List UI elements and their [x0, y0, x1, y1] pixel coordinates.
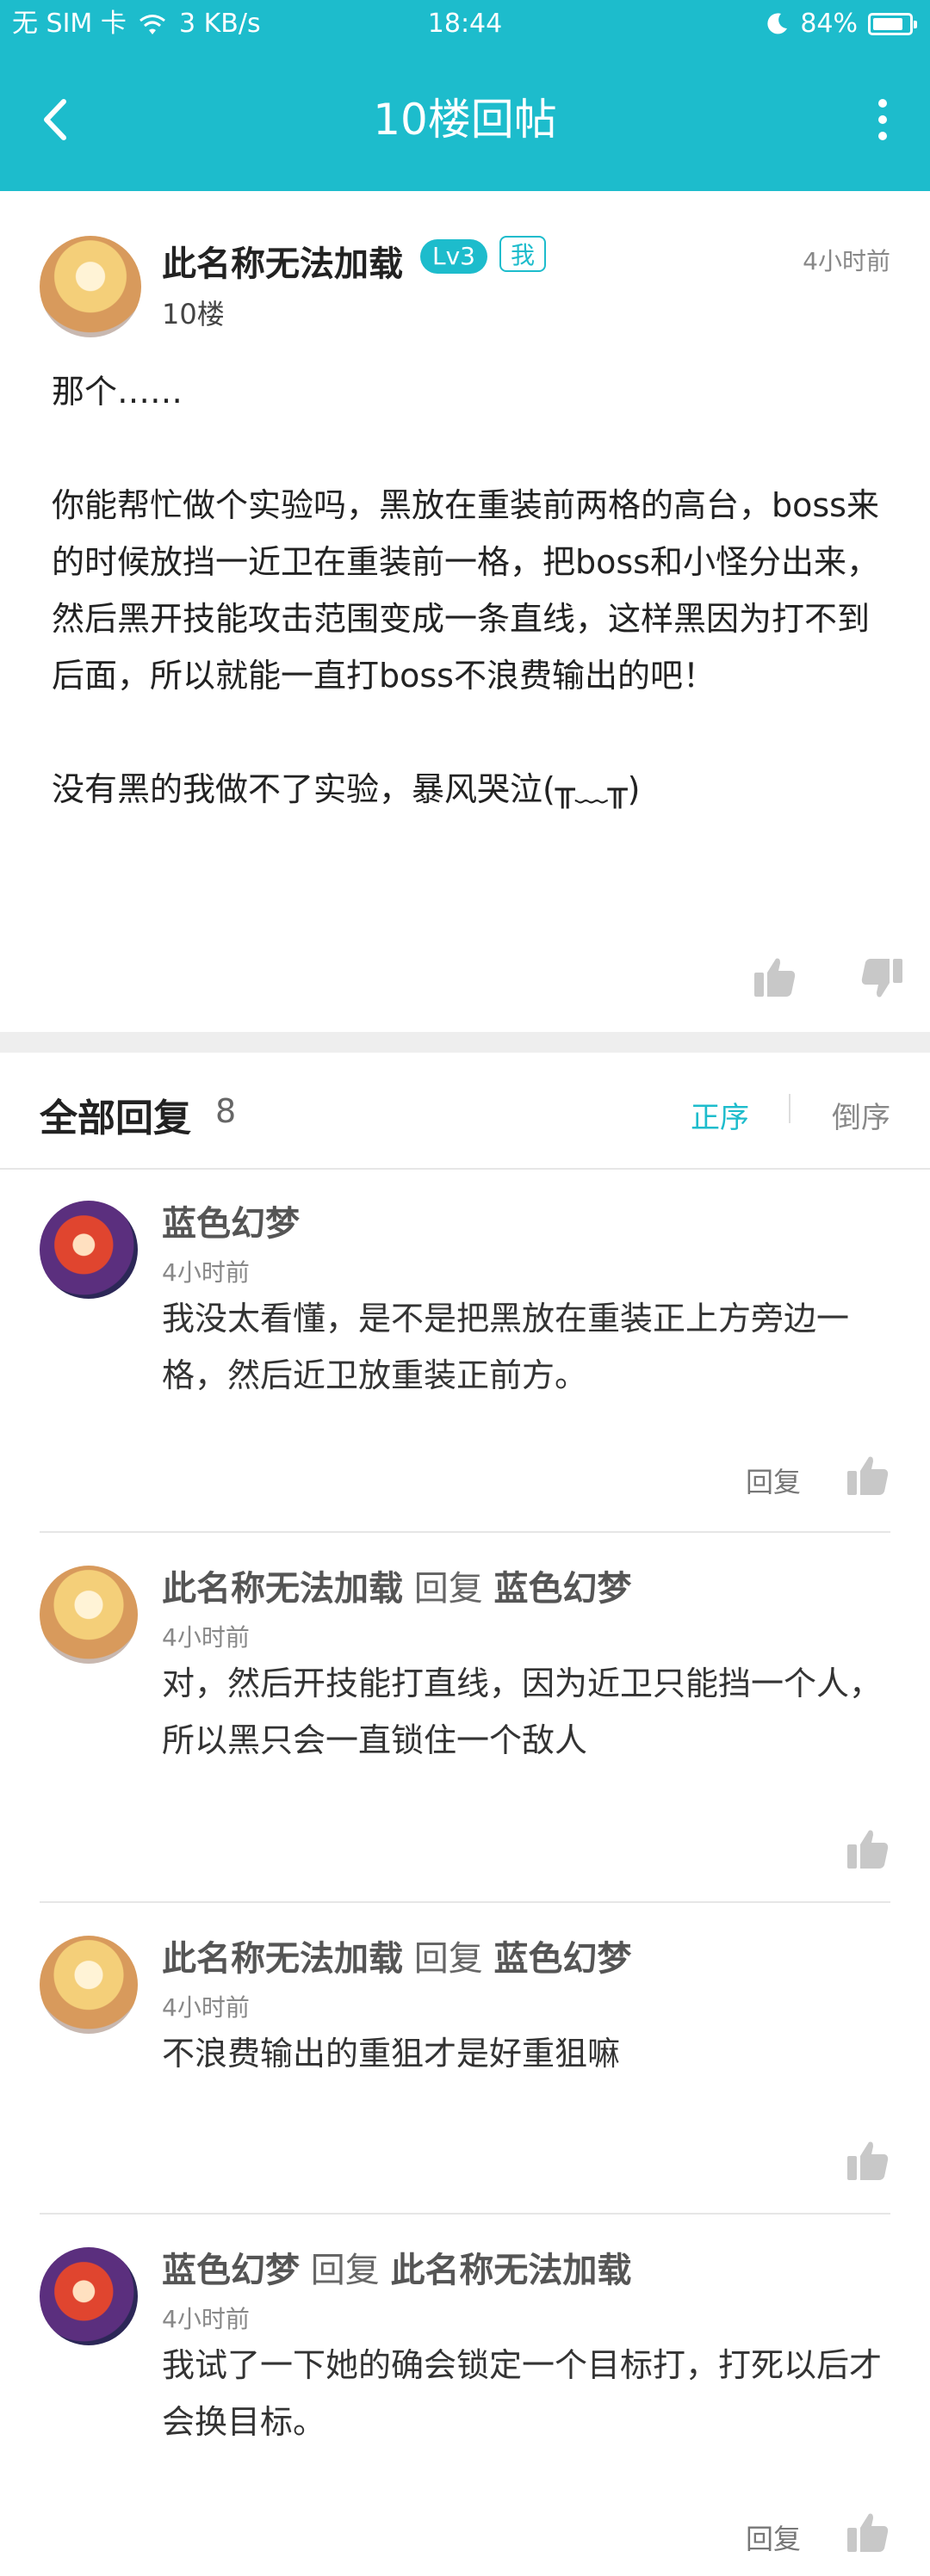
level-badge: Lv3: [420, 239, 487, 274]
reply-divider: [40, 1531, 890, 1533]
post-paragraph: 你能帮忙做个实验吗，黑放在重装前两格的高台，boss来的时候放挡一近卫在重装前一…: [52, 486, 879, 695]
reply-author[interactable]: 蓝色幻梦: [162, 1204, 300, 1244]
reply-time: 4小时前: [162, 2305, 250, 2333]
reply-time: 4小时前: [162, 1258, 250, 1287]
floor-post: 此名称无法加载 Lv3 我 4小时前 10楼 那个…… 你能帮忙做个实验吗，黑放…: [0, 191, 930, 1032]
reply-avatar[interactable]: [40, 1201, 138, 1299]
reply-text: 对，然后开技能打直线，因为近卫只能挡一个人，所以黑只会一直锁住一个敌人: [162, 1665, 883, 1759]
thumbs-up-icon: [847, 2141, 889, 2180]
battery-icon: [868, 13, 917, 35]
reply-item: 此名称无法加载 回复 蓝色幻梦 4小时前 对，然后开技能打直线，因为近卫只能挡一…: [0, 1535, 930, 1905]
status-bar: 无 SIM 卡 3 KB/s 18:44 84%: [0, 0, 930, 48]
reply-header: 此名称无法加载 回复 蓝色幻梦: [162, 1930, 631, 1980]
replies-count: 8: [215, 1092, 237, 1130]
thumbs-up-icon: [847, 2513, 889, 2552]
reply-divider: [40, 2213, 890, 2215]
reply-button[interactable]: 回复: [746, 2517, 801, 2557]
reply-to-word: 回复: [310, 2251, 380, 2290]
moon-icon: [767, 13, 788, 34]
reply-to-word: 回复: [413, 1569, 483, 1609]
sort-descending-tab[interactable]: 倒序: [832, 1094, 890, 1136]
like-button[interactable]: [751, 954, 799, 1002]
app-header: 无 SIM 卡 3 KB/s 18:44 84% 10楼回帖: [0, 0, 930, 191]
reply-item: 蓝色幻梦 4小时前 我没太看懂，是不是把黑放在重装正上方旁边一格，然后近卫放重装…: [0, 1170, 930, 1535]
more-options-button[interactable]: [852, 90, 913, 150]
reply-author[interactable]: 此名称无法加载: [162, 1939, 403, 1979]
like-button[interactable]: [844, 1452, 892, 1500]
replies-header: 全部回复 8 正序 倒序: [0, 1053, 930, 1170]
like-button[interactable]: [844, 1825, 892, 1874]
thumbs-up-icon: [847, 1456, 889, 1495]
reply-to-name[interactable]: 蓝色幻梦: [493, 1569, 631, 1609]
reply-to-name[interactable]: 此名称无法加载: [390, 2251, 631, 2290]
reply-divider: [40, 1901, 890, 1903]
thumbs-up-icon: [754, 958, 796, 997]
reply-author[interactable]: 此名称无法加载: [162, 1569, 403, 1609]
reply-header: 蓝色幻梦 回复 此名称无法加载: [162, 2242, 631, 2292]
all-replies-title: 全部回复: [40, 1096, 191, 1140]
navbar: 10楼回帖: [0, 48, 930, 191]
battery-percent: 84%: [800, 9, 858, 39]
reply-author[interactable]: 蓝色幻梦: [162, 2251, 300, 2290]
reply-text: 我没太看懂，是不是把黑放在重装正上方旁边一格，然后近卫放重装正前方。: [162, 1300, 850, 1394]
post-paragraph: 那个……: [52, 373, 183, 411]
thumbs-up-icon: [847, 1830, 889, 1869]
reply-header: 此名称无法加载 回复 蓝色幻梦: [162, 1560, 631, 1610]
reply-time: 4小时前: [162, 1993, 250, 2022]
reply-button[interactable]: 回复: [746, 1461, 801, 1500]
like-button[interactable]: [844, 2137, 892, 2185]
me-badge: 我: [499, 236, 546, 272]
reply-avatar[interactable]: [40, 1936, 138, 2034]
reply-to-name[interactable]: 蓝色幻梦: [493, 1939, 631, 1979]
more-vertical-icon: [878, 99, 887, 108]
reply-text: 不浪费输出的重狙才是好重狙嘛: [162, 2035, 621, 2073]
section-separator: [0, 1032, 930, 1053]
reply-text: 我试了一下她的确会锁定一个目标打，打死以后才会换目标。: [162, 2346, 883, 2441]
page-title: 10楼回帖: [373, 95, 557, 145]
sort-ascending-tab[interactable]: 正序: [691, 1094, 749, 1136]
sort-divider: [789, 1094, 790, 1123]
post-floor: 10楼: [162, 298, 225, 330]
reply-time: 4小时前: [162, 1623, 250, 1652]
reply-to-word: 回复: [413, 1939, 483, 1979]
post-body: 那个…… 你能帮忙做个实验吗，黑放在重装前两格的高台，boss来的时候放挡一近卫…: [52, 363, 887, 818]
like-button[interactable]: [844, 2509, 892, 2557]
reply-header: 蓝色幻梦: [162, 1195, 300, 1245]
status-right: 84%: [764, 0, 917, 48]
reply-item: 此名称无法加载 回复 蓝色幻梦 4小时前 不浪费输出的重狙才是好重狙嘛: [0, 1905, 930, 2216]
reply-avatar[interactable]: [40, 1566, 138, 1664]
reply-item: 蓝色幻梦 回复 此名称无法加载 4小时前 我试了一下她的确会锁定一个目标打，打死…: [0, 2216, 930, 2576]
reply-avatar[interactable]: [40, 2247, 138, 2345]
author-avatar[interactable]: [40, 236, 141, 337]
dislike-button[interactable]: [858, 954, 906, 1002]
post-author-name[interactable]: 此名称无法加载: [162, 236, 403, 286]
post-paragraph: 没有黑的我做不了实验，暴风哭泣(╥﹏╥): [52, 770, 641, 808]
post-time: 4小时前: [803, 247, 890, 275]
thumbs-down-icon: [861, 959, 902, 998]
